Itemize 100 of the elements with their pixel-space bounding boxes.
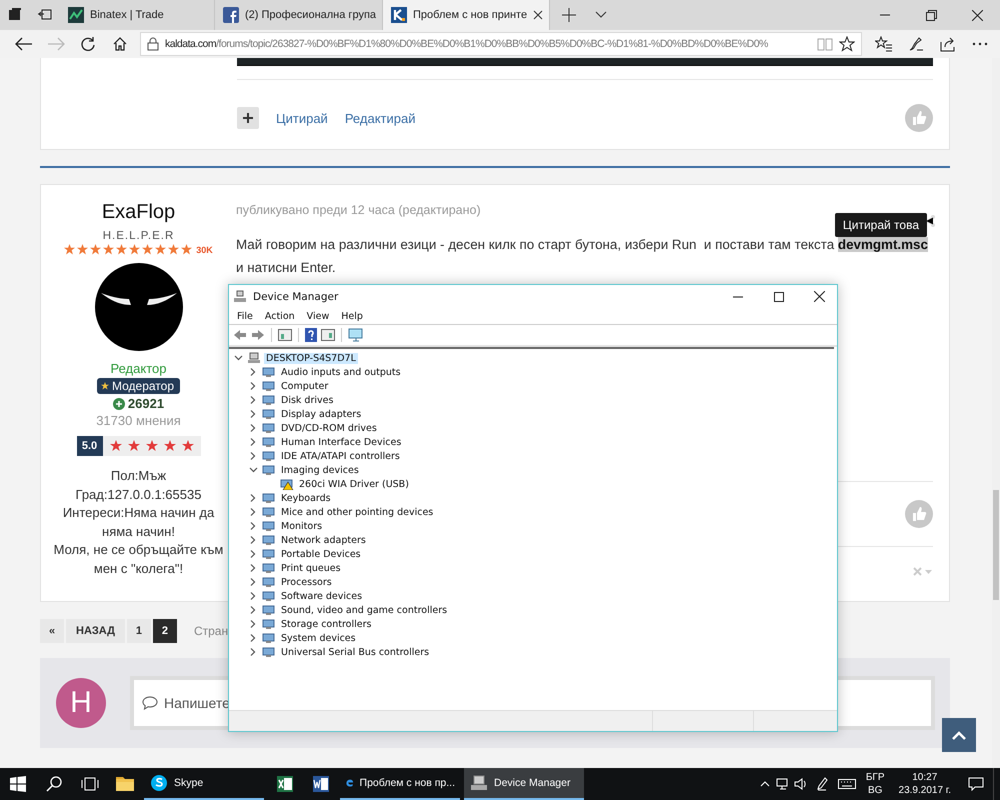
language-indicator[interactable]: БГР BG bbox=[860, 768, 891, 800]
taskbar-app[interactable]: Device Manager bbox=[464, 768, 584, 800]
tree-item[interactable]: Audio inputs and outputs bbox=[279, 366, 403, 378]
forward-icon[interactable] bbox=[251, 329, 265, 341]
refresh-icon[interactable] bbox=[80, 36, 96, 52]
device-icon bbox=[262, 394, 276, 406]
tree-item[interactable]: Network adapters bbox=[279, 534, 368, 546]
star-icon bbox=[142, 244, 154, 255]
tree-item[interactable]: Sound, video and game controllers bbox=[279, 604, 450, 616]
menu-item[interactable]: File bbox=[231, 310, 259, 322]
more-icon[interactable] bbox=[972, 42, 988, 46]
tree-item[interactable]: System devices bbox=[279, 632, 358, 644]
volume-icon[interactable] bbox=[794, 778, 808, 790]
taskbar-app[interactable]: Skype bbox=[144, 768, 264, 800]
favorites-icon[interactable] bbox=[875, 36, 893, 52]
rank-label: 30K bbox=[196, 244, 213, 254]
clock[interactable]: 10:27 23.9.2017 г. bbox=[890, 768, 959, 800]
device-icon bbox=[262, 562, 276, 574]
profile-line: Град:127.0.0.1:65535 bbox=[74, 486, 202, 504]
network-icon[interactable] bbox=[776, 778, 790, 790]
chevron-icon[interactable] bbox=[233, 353, 244, 363]
tree-item[interactable]: Software devices bbox=[279, 590, 364, 602]
help-icon[interactable] bbox=[305, 328, 317, 342]
first-page-button[interactable]: « bbox=[40, 619, 64, 643]
avatar-icon[interactable] bbox=[94, 263, 182, 351]
page-button[interactable]: 2 bbox=[152, 619, 177, 643]
moderator-badge: Модератор bbox=[96, 378, 180, 394]
star-icon bbox=[129, 244, 140, 255]
star-icon bbox=[168, 244, 180, 255]
computer-icon bbox=[247, 352, 261, 364]
device-icon bbox=[262, 366, 276, 378]
post-date: публикувано преди 12 часа (редактирано) bbox=[236, 203, 482, 217]
scroll-top-button[interactable] bbox=[942, 718, 976, 752]
author-name[interactable]: ExaFlop bbox=[102, 201, 176, 224]
facebook-favicon-icon bbox=[223, 7, 239, 23]
star-icon bbox=[164, 440, 176, 452]
plus-circle-icon bbox=[112, 398, 125, 410]
star-icon[interactable] bbox=[839, 36, 855, 52]
taskbar-app[interactable]: Проблем с нов пр... bbox=[340, 768, 460, 800]
url-text: kaldata.com/forums/topic/263827-%D0%BF%D1%80%D0%BE%D0%B1%D0%BB%D0%B5%D0%BC-%D1%81-%D0%BD%D0%BE%D0% bbox=[165, 38, 769, 50]
previous-page-button[interactable]: НАЗАД bbox=[66, 619, 125, 643]
search-icon bbox=[46, 776, 62, 792]
post-action-link[interactable]: Цитирай bbox=[276, 110, 328, 126]
star-icon bbox=[116, 244, 128, 255]
post-action-link[interactable]: Редактирай bbox=[344, 110, 416, 126]
scrollbar-thumb[interactable] bbox=[993, 490, 999, 600]
chevron-up-icon[interactable] bbox=[760, 781, 770, 787]
notifications-icon[interactable] bbox=[968, 777, 984, 791]
menu-item[interactable]: Action bbox=[258, 310, 301, 322]
tree-item[interactable]: Print queues bbox=[279, 562, 343, 574]
new-tab-icon[interactable] bbox=[562, 8, 576, 22]
keyboard-icon[interactable] bbox=[838, 779, 856, 789]
device-icon bbox=[262, 492, 276, 504]
close-icon[interactable] bbox=[533, 10, 544, 20]
tree-item[interactable]: Human Interface Devices bbox=[279, 436, 404, 448]
tree-item[interactable]: Imaging devices bbox=[279, 464, 361, 476]
tree-item[interactable]: Display adapters bbox=[279, 408, 364, 420]
tree-item[interactable]: Processors bbox=[279, 576, 334, 588]
maximize-icon[interactable] bbox=[774, 292, 784, 302]
tree-item[interactable]: DESKTOP-S4S7D7L bbox=[264, 352, 358, 364]
share-icon[interactable] bbox=[939, 36, 957, 52]
star-icon bbox=[64, 244, 76, 255]
device-icon bbox=[262, 520, 276, 532]
restore-icon[interactable] bbox=[926, 10, 936, 20]
tabs-aside-icon[interactable] bbox=[7, 7, 23, 23]
monitor-icon[interactable] bbox=[348, 328, 364, 342]
tree-item[interactable]: Mice and other pointing devices bbox=[279, 506, 436, 518]
tree-item[interactable]: Computer bbox=[279, 380, 330, 392]
tree-item[interactable]: Universal Serial Bus controllers bbox=[279, 646, 432, 658]
expand-button[interactable] bbox=[237, 107, 259, 129]
tree-item[interactable]: Disk drives bbox=[279, 394, 336, 406]
tree-item[interactable]: Monitors bbox=[279, 520, 324, 532]
properties-icon[interactable] bbox=[278, 329, 292, 341]
close-icon[interactable] bbox=[814, 291, 825, 302]
tree-item[interactable]: 260ci WIA Driver (USB) bbox=[297, 478, 411, 490]
menu-item[interactable]: Help bbox=[335, 310, 369, 322]
update-driver-icon[interactable] bbox=[321, 329, 335, 341]
menu-item[interactable]: View bbox=[300, 310, 336, 322]
tree-item[interactable]: IDE ATA/ATAPI controllers bbox=[279, 450, 402, 462]
tree-item[interactable]: DVD/CD-ROM drives bbox=[279, 422, 379, 434]
chevron-icon[interactable] bbox=[248, 465, 259, 475]
thumbs-up-icon[interactable] bbox=[905, 104, 933, 132]
tree-item[interactable]: Portable Devices bbox=[279, 548, 363, 560]
address-bar[interactable]: kaldata.com/forums/topic/263827-%D0%BF%D1%80%D0%BE%D0%B1%D0%BB%D0%B5%D0%BC-%D1%81-%D0%BD%D0%BE%D0% bbox=[140, 32, 862, 56]
pen-icon[interactable] bbox=[908, 36, 924, 52]
thumbs-up-icon[interactable] bbox=[905, 500, 933, 528]
profile-line: Интереси:Няма начин да няма начин! bbox=[62, 504, 216, 540]
plus-icon bbox=[243, 113, 253, 123]
lock-icon bbox=[147, 37, 159, 51]
browser-tab[interactable]: Проблем с нов принте bbox=[383, 0, 550, 30]
home-icon[interactable] bbox=[112, 36, 128, 52]
author-title: H.E.L.P.E.R bbox=[102, 230, 174, 242]
tree-item[interactable]: Storage controllers bbox=[279, 618, 374, 630]
page-button[interactable]: 1 bbox=[126, 619, 151, 643]
tree-item[interactable]: Keyboards bbox=[279, 492, 333, 504]
back-icon[interactable] bbox=[15, 37, 33, 51]
profile-line: Моля, не се обръщайте към мен с "колега"! bbox=[52, 541, 224, 578]
chevron-down-icon[interactable] bbox=[595, 11, 608, 19]
tooltip: Цитирай това bbox=[834, 213, 927, 237]
close-icon[interactable] bbox=[972, 10, 982, 20]
